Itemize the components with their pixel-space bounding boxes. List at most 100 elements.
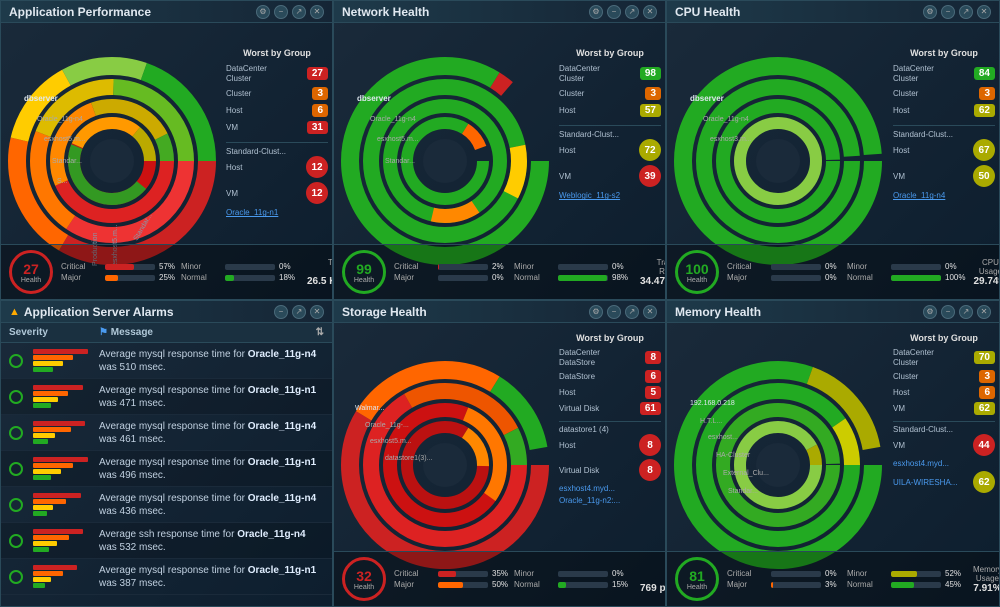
alarm-message: Average mysql response time for Oracle_1…	[99, 384, 324, 410]
alarm-row: Average mysql response time for Oracle_1…	[1, 415, 332, 451]
svg-text:esxhost5.m...: esxhost5.m...	[370, 438, 412, 445]
minimize-btn-net[interactable]: −	[607, 5, 621, 19]
close-btn-cpu[interactable]: ✕	[977, 5, 991, 19]
cpu-usage: CPU Usage 29.74%	[973, 258, 1000, 287]
memory-usage: Memory Usage 7.91%	[973, 565, 1000, 594]
cpu-health-header: CPU Health ⚙ − ↗ ✕	[667, 1, 999, 23]
close-btn-alarms[interactable]: ✕	[310, 305, 324, 319]
svg-text:dbserver: dbserver	[24, 94, 58, 103]
maximize-btn-mem[interactable]: ↗	[959, 305, 973, 319]
cpu-donut: dbserver Oracle_11g-n4 esxhost3.m...	[673, 46, 883, 276]
settings-btn-cpu[interactable]: ⚙	[923, 5, 937, 19]
network-health-controls: ⚙ − ↗ ✕	[589, 5, 657, 19]
cpu-health-controls: ⚙ − ↗ ✕	[923, 5, 991, 19]
settings-btn-mem[interactable]: ⚙	[923, 305, 937, 319]
svg-text:HA-Cluster: HA-Cluster	[716, 452, 751, 459]
storage-donut: Walmar... Oracle_11g-... esxhost5.m... d…	[340, 350, 550, 580]
storage-health-header: Storage Health ⚙ − ↗ ✕	[334, 301, 665, 323]
severity-col-header: Severity	[9, 327, 99, 338]
memory-donut: 192.168.0.218 H.T.L... esxhost... HA-Clu…	[673, 350, 883, 580]
alarm-severity	[9, 457, 99, 480]
esxhost4-link[interactable]: esxhost4.myd...	[893, 459, 995, 468]
settings-btn-stor[interactable]: ⚙	[589, 305, 603, 319]
svg-text:Oracle_11g-n4: Oracle_11g-n4	[703, 116, 749, 123]
settings-btn[interactable]: ⚙	[256, 5, 270, 19]
settings-btn-net[interactable]: ⚙	[589, 5, 603, 19]
network-health-panel: Network Health ⚙ − ↗ ✕	[333, 0, 666, 300]
app-performance-title: Application Performance	[9, 5, 151, 19]
app-health-circle: 27 Health	[9, 250, 53, 294]
storage-health-panel: Storage Health ⚙ − ↗ ✕	[333, 300, 666, 607]
svg-text:H.T.L...: H.T.L...	[700, 418, 722, 425]
weblogic-link[interactable]: Weblogic_11g-s2	[559, 191, 661, 200]
svg-text:dbserver: dbserver	[690, 94, 724, 103]
traffic-rate: Traffic Rate 34.47 MBps	[640, 258, 666, 287]
app-performance-donut: dbserver Oracle_11g-n4 esxhost5.m... Sta…	[7, 46, 217, 276]
maximize-btn[interactable]: ↗	[292, 5, 306, 19]
cpu-health-circle: 100 Health	[675, 250, 719, 294]
oracle-cpu-link[interactable]: Oracle_11g-n4	[893, 191, 995, 200]
svg-text:dbserver: dbserver	[357, 94, 391, 103]
minimize-btn-stor[interactable]: −	[607, 305, 621, 319]
alarm-severity	[9, 421, 99, 444]
sort-icon[interactable]: ⇅	[316, 327, 324, 338]
wbg-datacenter: DataCenterCluster 27	[226, 64, 328, 83]
maximize-btn-stor[interactable]: ↗	[625, 305, 639, 319]
svg-text:esxhost5.m...: esxhost5.m...	[44, 136, 86, 143]
memory-health-panel: Memory Health ⚙ − ↗ ✕	[666, 300, 1000, 607]
network-health-circle: 99 Health	[342, 250, 386, 294]
close-btn[interactable]: ✕	[310, 5, 324, 19]
memory-health-controls: ⚙ − ↗ ✕	[923, 305, 991, 319]
svg-text:Oracle_11g-n4: Oracle_11g-n4	[370, 116, 416, 123]
alarm-message: Average mysql response time for Oracle_1…	[99, 492, 324, 518]
svg-text:Oracle_11g-n4: Oracle_11g-n4	[37, 116, 83, 123]
close-btn-mem[interactable]: ✕	[977, 305, 991, 319]
transaction-rate: Transaction Rate 26.5 K per minute	[307, 258, 333, 287]
svg-text:Standar...: Standar...	[728, 488, 758, 495]
network-health-title: Network Health	[342, 5, 429, 19]
wbg-vm: VM 31	[226, 121, 328, 134]
memory-health-header: Memory Health ⚙ − ↗ ✕	[667, 301, 999, 323]
alarm-message: Average mysql response time for Oracle_1…	[99, 348, 324, 374]
close-btn-net[interactable]: ✕	[643, 5, 657, 19]
memory-health-title: Memory Health	[675, 305, 761, 319]
disk-iops: Disk IOPS 769 per second	[640, 565, 666, 594]
alarm-row: Average ssh response time for Oracle_11g…	[1, 523, 332, 559]
svg-text:Oracle_11g-...: Oracle_11g-...	[365, 422, 409, 429]
minimize-btn-alarms[interactable]: −	[274, 305, 288, 319]
alarm-message: Average mysql response time for Oracle_1…	[99, 456, 324, 482]
app-stats-grid: Critical 57% Minor 0% Major 25% Normal	[61, 262, 299, 282]
app-performance-header: Application Performance ⚙ − ↗ ✕	[1, 1, 332, 23]
wbg-header: Worst by Group	[226, 48, 328, 58]
svg-text:esxhost5.m...: esxhost5.m...	[377, 136, 419, 143]
svg-text:Standar...: Standar...	[385, 158, 415, 165]
esxhost-link[interactable]: esxhost4.myd...	[559, 484, 661, 493]
uila-link[interactable]: UILA-WIRESHA...	[893, 478, 957, 487]
storage-health-controls: ⚙ − ↗ ✕	[589, 305, 657, 319]
oracle-n2-link[interactable]: Oracle_11g-n2:...	[559, 496, 661, 505]
alarm-severity	[9, 385, 99, 408]
svg-text:Walmar...: Walmar...	[355, 405, 384, 412]
svg-text:esxhost3.m...: esxhost3.m...	[710, 136, 752, 143]
alarm-row: Average mysql response time for Oracle_1…	[1, 487, 332, 523]
alarms-table-header: Severity ⚑ Message ⇅	[1, 323, 332, 343]
maximize-btn-net[interactable]: ↗	[625, 5, 639, 19]
svg-text:External_Clu...: External_Clu...	[723, 470, 769, 477]
dashboard: Application Performance ⚙ − ↗ ✕	[0, 0, 1000, 607]
storage-health-title: Storage Health	[342, 305, 427, 319]
alarms-header: ▲ Application Server Alarms − ↗ ✕	[1, 301, 332, 323]
oracle-link[interactable]: Oracle_11g-n1	[226, 208, 328, 217]
message-col-header: ⚑ Message ⇅	[99, 327, 324, 338]
minimize-btn-cpu[interactable]: −	[941, 5, 955, 19]
minimize-btn[interactable]: −	[274, 5, 288, 19]
alarm-row: Average mysql response time for Oracle_1…	[1, 343, 332, 379]
memory-health-circle: 81 Health	[675, 557, 719, 601]
alarm-severity	[9, 349, 99, 372]
alarms-list[interactable]: Average mysql response time for Oracle_1…	[1, 343, 332, 606]
app-performance-panel: Application Performance ⚙ − ↗ ✕	[0, 0, 333, 300]
maximize-btn-alarms[interactable]: ↗	[292, 305, 306, 319]
close-btn-stor[interactable]: ✕	[643, 305, 657, 319]
cpu-health-title: CPU Health	[675, 5, 740, 19]
maximize-btn-cpu[interactable]: ↗	[959, 5, 973, 19]
minimize-btn-mem[interactable]: −	[941, 305, 955, 319]
